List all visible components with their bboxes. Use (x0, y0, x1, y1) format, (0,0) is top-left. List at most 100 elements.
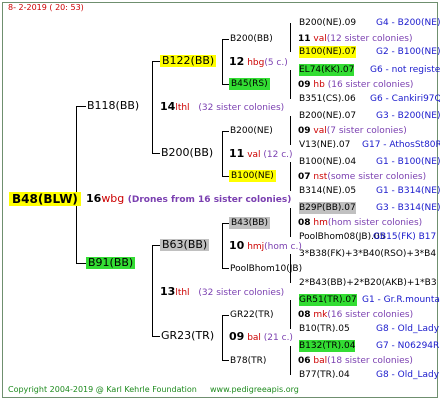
root-note: (Drones from 16 sister colonies) (127, 195, 292, 205)
gen4-code: G8 - Old_Lady (376, 370, 440, 380)
gen1-bottom-num: 13 (160, 285, 176, 298)
gen2-b-mating: 11 val (12 c.) (229, 148, 293, 161)
queen-gen4[interactable]: 2*B43(BB)+2*B20(AKB)+1*B3 (299, 277, 437, 289)
queen-gen3-g[interactable]: GR22(TR) (230, 309, 273, 321)
queen-gen4[interactable]: B314(NE).05 (299, 185, 356, 197)
gen2-d-mating: 09 bal (21 c.) (229, 331, 293, 344)
gen3-b-label: hb (313, 80, 325, 90)
queen-gen2-b[interactable]: B200(BB) (161, 147, 213, 159)
connector (222, 223, 229, 224)
gen3-g-label: mk (313, 310, 328, 320)
connector (222, 84, 229, 85)
queen-gen3-c[interactable]: B200(NE) (230, 125, 273, 137)
gen3-h-note: (18 sister colonies) (327, 356, 413, 366)
gen3-c-num: 09 (298, 126, 311, 136)
gen4-code: GB15(FK) B17 (373, 232, 437, 242)
queen-gen2-c[interactable]: B63(BB) (160, 239, 210, 251)
queen-gen2-a[interactable]: B122(BB) (160, 55, 217, 67)
gen1-bottom-note: (32 sister colonies) (198, 288, 285, 298)
connector (152, 245, 153, 337)
queen-root[interactable]: B48(BLW) (9, 192, 81, 206)
connector (222, 39, 229, 40)
queen-gen3-e[interactable]: B43(BB) (229, 217, 270, 229)
site-link[interactable]: www.pedigreeapis.org (210, 384, 299, 396)
gen3-c-note: (7 sister colonies) (326, 126, 407, 136)
connector (290, 208, 291, 237)
queen-gen4[interactable]: B29P(BB).07 (299, 202, 356, 214)
queen-gen3-a[interactable]: B200(BB) (230, 33, 273, 45)
queen-gen4[interactable]: B10(TR).05 (299, 323, 350, 335)
gen2-a-note: (5 c.) (264, 58, 288, 68)
connector (222, 176, 229, 177)
queen-gen4[interactable]: B200(NE).09 (299, 17, 356, 29)
gen3-b-mating: 09 hb (16 sister colonies) (298, 79, 413, 91)
queen-gen3-d[interactable]: B100(NE) (229, 170, 276, 182)
gen3-d-num: 07 (298, 172, 311, 182)
gen3-g-mating: 08 mk(16 sister colonies) (298, 309, 413, 321)
gen3-a-label: val (313, 34, 327, 44)
queen-gen3-b[interactable]: B45(RS) (229, 78, 270, 90)
gen2-c-num: 10 (229, 239, 245, 252)
pedigree-page: { "header": { "date": "8- 2-2019 ( 20: 5… (0, 0, 440, 400)
queen-gen1-top[interactable]: B118(BB) (87, 100, 139, 112)
gen3-e-label: hm (313, 218, 328, 228)
gen2-d-note: (21 c.) (263, 333, 293, 343)
connector (222, 315, 229, 316)
gen1-top-mating: 14lthl (32 sister colonies) (160, 101, 284, 114)
gen1-top-num: 14 (160, 100, 176, 113)
root-num: 16 (86, 192, 102, 205)
queen-gen4[interactable]: EL74(KK).07 (299, 64, 355, 76)
gen4-code: G6 - Cankiri97Q (370, 94, 440, 104)
gen4-code: G1 - B100(NE) (376, 157, 440, 167)
copyright: Copyright 2004-2019 @ Karl Kehrle Founda… (8, 385, 197, 394)
gen1-bottom-mating: 13lthl (32 sister colonies) (160, 286, 284, 299)
gen1-top-label: lthl (175, 103, 190, 113)
queen-gen4[interactable]: B132(TR).04 (299, 340, 356, 352)
connector (222, 223, 223, 269)
gen2-b-num: 11 (229, 147, 245, 160)
queen-gen2-d[interactable]: GR23(TR) (161, 330, 214, 342)
gen4-code: G1 - Gr.R.mounta (362, 295, 440, 305)
connector (76, 106, 77, 264)
queen-gen4[interactable]: B77(TR).04 (299, 369, 350, 381)
queen-gen4[interactable]: B200(NE).07 (299, 110, 356, 122)
gen3-a-note: (12 sister colonies) (326, 34, 413, 44)
queen-gen3-h[interactable]: B78(TR) (230, 355, 266, 367)
gen4-code: G6 - not registe (370, 65, 440, 75)
gen2-c-mating: 10 hmj(hom c.) (229, 240, 302, 253)
gen3-e-num: 08 (298, 218, 311, 228)
queen-gen3-f[interactable]: PoolBhom10(JB) (230, 263, 302, 275)
queen-gen4[interactable]: B351(CS).06 (299, 93, 356, 105)
connector (152, 336, 160, 337)
queen-gen1-bottom[interactable]: B91(BB) (86, 257, 136, 269)
gen3-b-num: 09 (298, 80, 311, 90)
gen2-b-label: val (247, 150, 261, 160)
connector (222, 360, 229, 361)
gen3-e-note: (hom sister colonies) (327, 218, 423, 228)
connector (290, 23, 291, 52)
connector (222, 315, 223, 361)
gen3-h-mating: 06 bal(18 sister colonies) (298, 355, 413, 367)
gen2-d-label: bal (247, 333, 261, 343)
gen3-d-mating: 07 nst(some sister colonies) (298, 171, 426, 183)
gen2-a-mating: 12 hbg(5 c.) (229, 56, 288, 69)
queen-gen4[interactable]: B100(NE).04 (299, 156, 356, 168)
gen3-a-num: 11 (298, 34, 311, 44)
queen-gen4[interactable]: 3*B38(FK)+3*B40(RSO)+3*B4 (299, 248, 436, 260)
connector (290, 346, 291, 375)
queen-gen4[interactable]: B100(NE).07 (299, 46, 357, 58)
root-label: wbg (101, 192, 125, 205)
root-mating: 16wbg (Drones from 16 sister colonies) (86, 193, 291, 206)
queen-gen4[interactable]: V13(NE).07 (299, 139, 350, 151)
gen3-d-label: nst (313, 172, 328, 182)
gen4-code: G8 - Old_Lady (376, 324, 440, 334)
gen4-code: G1 - B314(NE) (376, 186, 440, 196)
connector (222, 39, 223, 85)
queen-gen4[interactable]: GR51(TR).07 (299, 294, 357, 306)
gen2-a-num: 12 (229, 55, 245, 68)
gen2-c-label: hmj (247, 242, 265, 252)
gen3-b-note: (16 sister colonies) (327, 80, 414, 90)
gen4-code: G3 - B200(NE) (376, 111, 440, 121)
connector (76, 263, 86, 264)
gen3-h-label: bal (313, 356, 328, 366)
